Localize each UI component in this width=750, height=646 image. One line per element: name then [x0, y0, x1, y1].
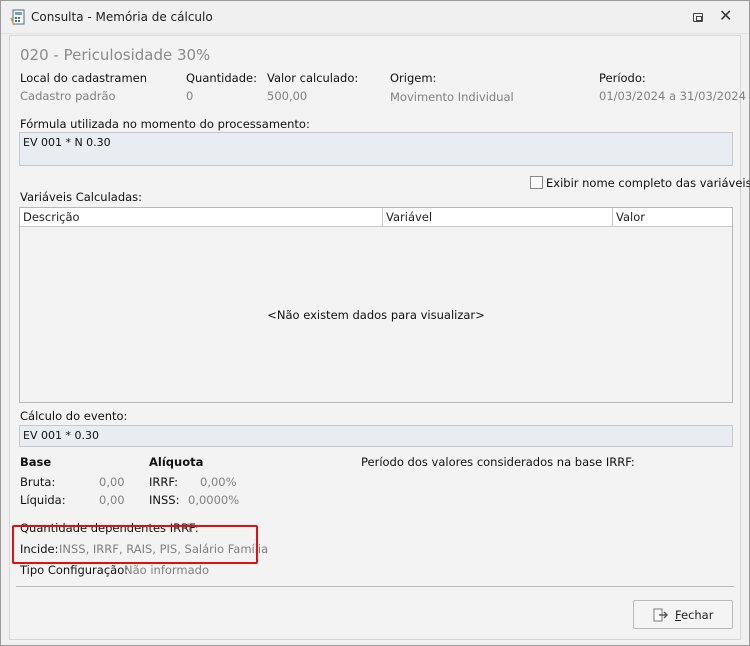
grid-header: Descrição Variável Valor [20, 208, 732, 227]
valor-calculado-label: Valor calculado: [267, 71, 359, 85]
restore-window-icon[interactable] [693, 13, 703, 22]
inss-label: INSS: [149, 493, 180, 507]
liquida-label: Líquida: [20, 493, 66, 507]
fechar-button[interactable]: Fechar [633, 600, 733, 629]
close-window-icon[interactable]: ✕ [719, 7, 732, 25]
window-title: Consulta - Memória de cálculo [31, 10, 213, 24]
bruta-label: Bruta: [20, 475, 56, 489]
valor-calculado-value: 500,00 [267, 89, 308, 103]
event-title: 020 - Periculosidade 30% [20, 46, 211, 64]
tipo-configuracao-value: Não informado [124, 563, 210, 577]
periodo-label: Período: [599, 71, 646, 85]
column-header-valor[interactable]: Valor [613, 208, 732, 227]
periodo-irrf-label: Período dos valores considerados na base… [361, 455, 635, 469]
inss-value: 0,0000% [188, 493, 240, 507]
full-variable-name-label[interactable]: Exibir nome completo das variáveis [546, 176, 750, 190]
calculo-label: Cálculo do evento: [20, 409, 128, 423]
incide-value: INSS, IRRF, RAIS, PIS, Salário Família [59, 542, 269, 556]
calculator-document-icon [10, 9, 25, 26]
tipo-configuracao-label: Tipo Configuração: [20, 563, 129, 577]
liquida-value: 0,00 [99, 493, 125, 507]
variables-grid[interactable]: Descrição Variável Valor <Não existem da… [19, 207, 733, 403]
fechar-button-label: Fechar [675, 608, 714, 622]
calculo-field: EV 001 * 0.30 [19, 425, 733, 447]
base-heading: Base [20, 455, 52, 469]
column-header-descricao[interactable]: Descrição [20, 208, 383, 227]
irrf-label: IRRF: [149, 475, 178, 489]
dependentes-label: Quantidade dependentes IRRF: [20, 521, 199, 535]
aliquota-heading: Alíquota [149, 455, 204, 469]
column-header-variavel[interactable]: Variável [383, 208, 613, 227]
main-panel: 020 - Periculosidade 30% Local do cadast… [9, 35, 750, 640]
bruta-value: 0,00 [99, 475, 125, 489]
grid-empty-message: <Não existem dados para visualizar> [267, 308, 485, 322]
title-bar: Consulta - Memória de cálculo ✕ [1, 1, 749, 34]
local-value: Cadastro padrão [20, 89, 116, 103]
variables-section-label: Variáveis Calculadas: [20, 190, 143, 204]
consulta-window: Consulta - Memória de cálculo ✕ 020 - Pe… [0, 0, 750, 646]
full-variable-name-checkbox[interactable] [530, 176, 543, 189]
incide-label: Incide: [20, 542, 59, 556]
periodo-value: 01/03/2024 a 31/03/2024 [599, 89, 746, 103]
irrf-value: 0,00% [200, 475, 237, 489]
quantidade-label: Quantidade: [186, 71, 257, 85]
local-label: Local do cadastramen [20, 71, 148, 85]
formula-field: EV 001 * N 0.30 [19, 132, 733, 166]
exit-door-icon [653, 608, 668, 622]
formula-label: Fórmula utilizada no momento do processa… [20, 117, 310, 131]
origem-value: Movimento Individual [390, 90, 514, 104]
quantidade-value: 0 [186, 89, 194, 103]
footer-divider [16, 586, 734, 587]
origem-label: Origem: [390, 71, 437, 85]
dependentes-value: 1 [186, 521, 194, 535]
